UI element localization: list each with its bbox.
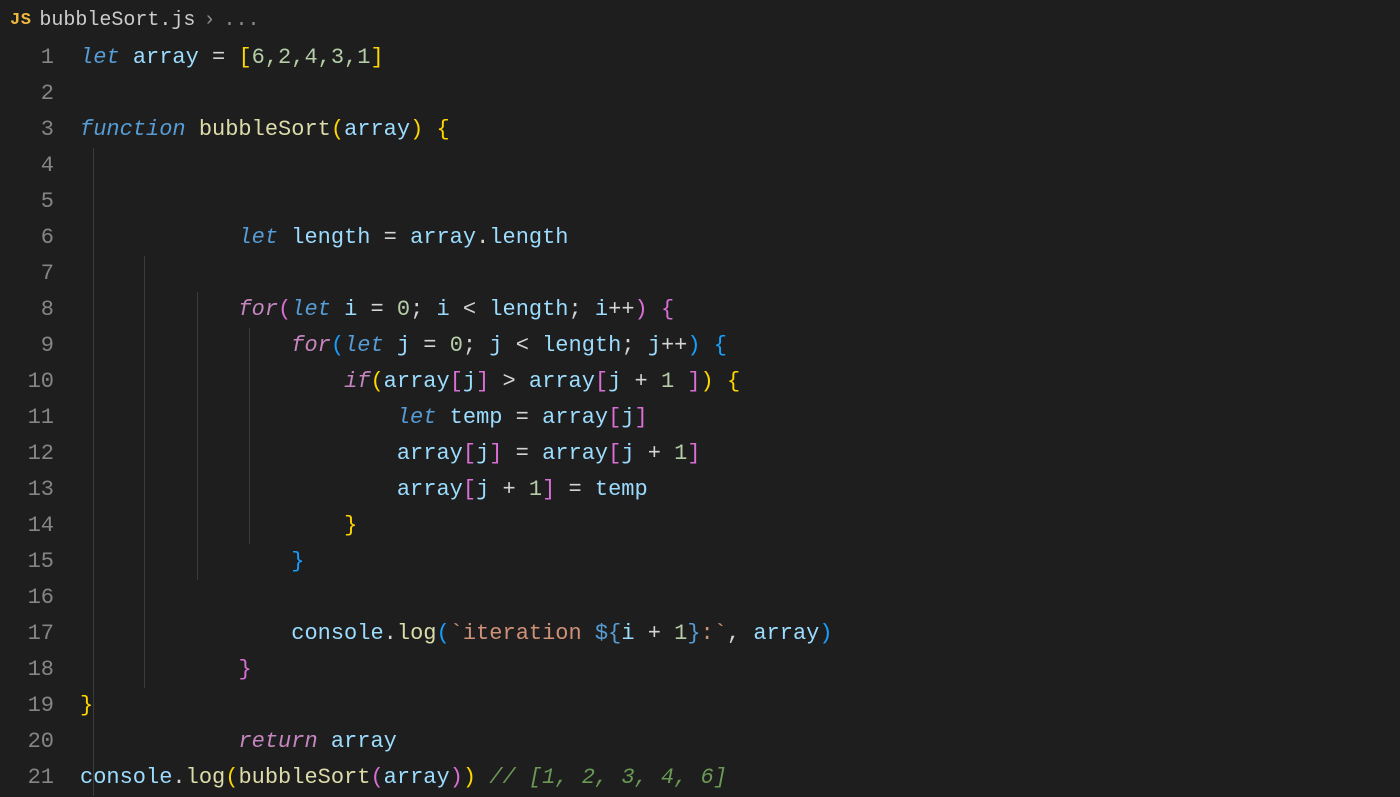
code-line[interactable]: 9 let temp = array[j] (0, 328, 1400, 364)
chevron-right-icon: › (203, 9, 215, 32)
code-line[interactable]: 6 for(let i = 0; i < length; i++) { (0, 220, 1400, 256)
code-line[interactable]: 21 console.log(bubbleSort(array)) // [1,… (0, 760, 1400, 796)
code-line[interactable]: 16 } (0, 580, 1400, 616)
breadcrumb[interactable]: JS bubbleSort.js › ... (0, 0, 1400, 40)
keyword-function: function (80, 117, 186, 142)
code-editor[interactable]: JS bubbleSort.js › ... 1 let array = [6,… (0, 0, 1400, 797)
line-number: 8 (0, 292, 80, 328)
code-line[interactable]: 10 array[j] = array[j + 1] (0, 364, 1400, 400)
line-number: 4 (0, 148, 80, 184)
code-line[interactable]: 8 if(array[j] > array[j + 1 ]) { (0, 292, 1400, 328)
code-line[interactable]: 18 return array (0, 652, 1400, 688)
code-line[interactable]: 12 } (0, 436, 1400, 472)
line-number: 12 (0, 436, 80, 472)
line-number: 10 (0, 364, 80, 400)
code-line[interactable]: 1 let array = [6,2,4,3,1] (0, 40, 1400, 76)
line-number: 18 (0, 652, 80, 688)
code-line[interactable]: 7 for(let j = 0; j < length; j++) { (0, 256, 1400, 292)
line-number: 17 (0, 616, 80, 652)
keyword-let: let (80, 45, 120, 70)
line-number: 2 (0, 76, 80, 112)
array-literal: 6,2,4,3,1 (252, 45, 371, 70)
code-line[interactable]: 19 } (0, 688, 1400, 724)
keyword-return: return (238, 729, 317, 754)
breadcrumb-rest[interactable]: ... (223, 9, 259, 32)
line-number: 7 (0, 256, 80, 292)
line-number: 15 (0, 544, 80, 580)
function-name: bubbleSort (199, 117, 331, 142)
code-line[interactable]: 15 console.log(`iteration ${i + 1}:`, ar… (0, 544, 1400, 580)
line-number: 14 (0, 508, 80, 544)
code-line[interactable]: 4 let length = array.length (0, 148, 1400, 184)
code-line[interactable]: 2 (0, 76, 1400, 112)
code-area[interactable]: 1 let array = [6,2,4,3,1] 2 3 function b… (0, 40, 1400, 796)
line-number: 1 (0, 40, 80, 76)
breadcrumb-file[interactable]: bubbleSort.js (39, 9, 195, 32)
comment: // [1, 2, 3, 4, 6] (489, 765, 727, 790)
ident-array: array (133, 45, 199, 70)
line-number: 9 (0, 328, 80, 364)
code-line[interactable]: 11 array[j + 1] = temp (0, 400, 1400, 436)
line-number: 5 (0, 184, 80, 220)
code-line[interactable]: 13 } (0, 472, 1400, 508)
code-line[interactable]: 3 function bubbleSort(array) { (0, 112, 1400, 148)
js-file-icon: JS (10, 11, 31, 30)
line-number: 13 (0, 472, 80, 508)
line-number: 20 (0, 724, 80, 760)
line-number: 6 (0, 220, 80, 256)
line-number: 19 (0, 688, 80, 724)
line-number: 3 (0, 112, 80, 148)
line-number: 11 (0, 400, 80, 436)
line-number: 21 (0, 760, 80, 796)
line-number: 16 (0, 580, 80, 616)
